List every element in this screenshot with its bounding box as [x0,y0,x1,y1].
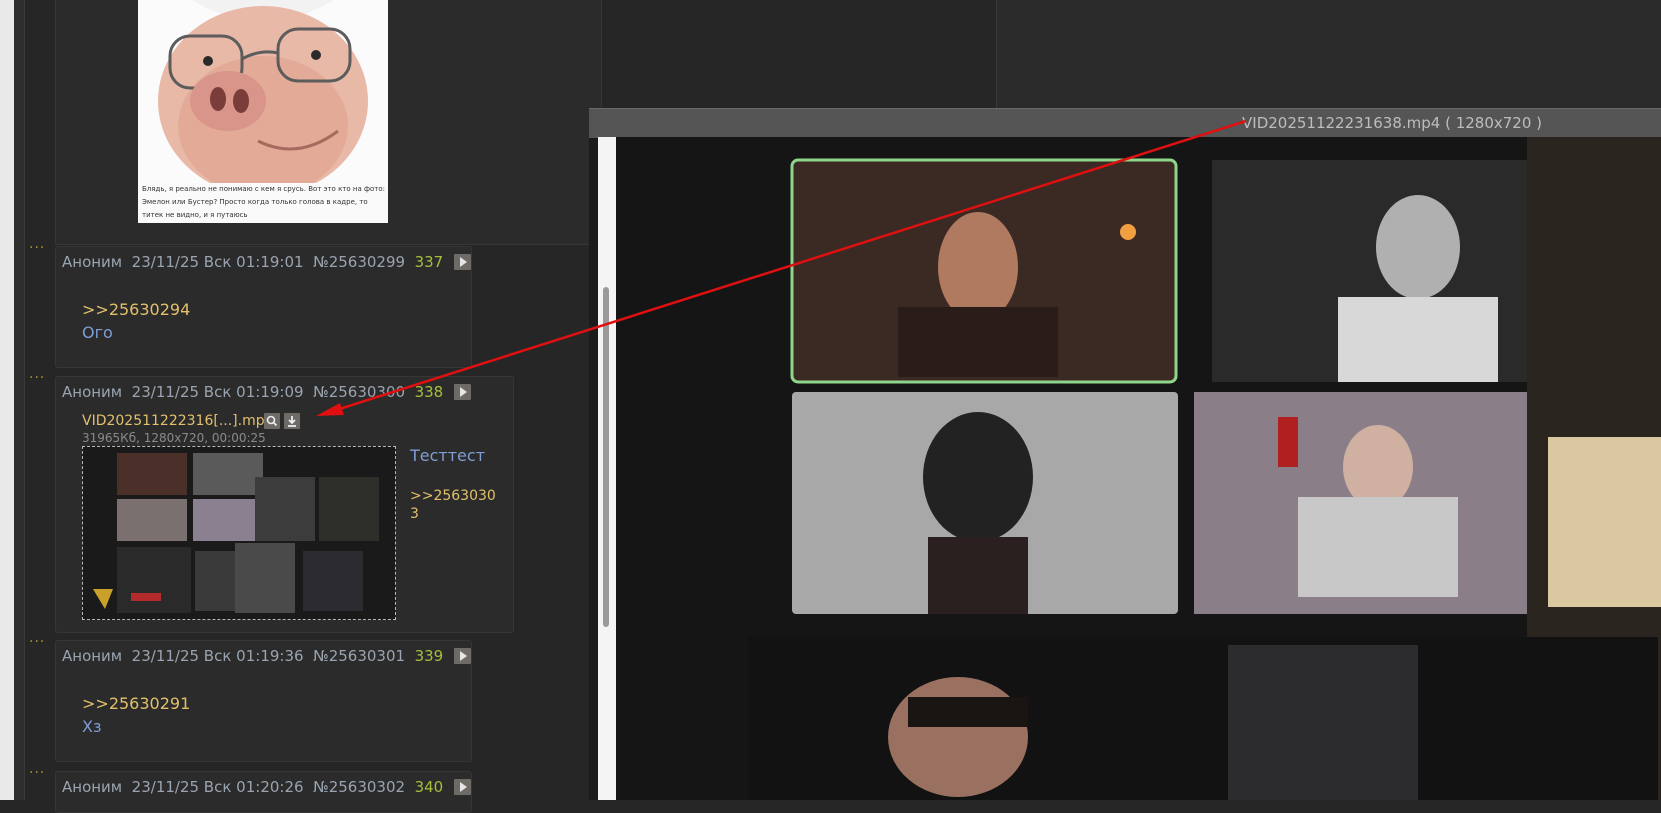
viewer-title: VID20251122231638.mp4 ( 1280x720 ) [1242,114,1542,132]
post-datetime: 23/11/25 Вск 01:19:09 [131,383,304,401]
post-menu-dots[interactable]: ··· [29,634,45,650]
reply-link-wrap[interactable]: 3 [410,506,419,522]
post-menu-dots[interactable]: ··· [29,240,45,256]
post-message: Хз [82,717,102,736]
post-image-pig[interactable]: Блядь, я реально не понимаю с кем я срус… [138,0,388,223]
image-caption: Блядь, я реально не понимаю с кем я срус… [142,185,385,219]
post-message: Ого [82,323,113,342]
attachment-filename[interactable]: VID202511222316[...].mp4 [82,413,274,429]
post-number[interactable]: №25630299 [313,253,405,271]
download-icon[interactable] [284,413,300,429]
page-background-right [997,0,1661,108]
play-icon[interactable] [454,648,472,664]
post-number[interactable]: №25630300 [313,383,405,401]
window-left-edge [0,0,14,800]
post-header: Аноним 23/11/25 Вск 01:20:26 №25630302 3… [62,778,472,796]
post-menu-dots[interactable]: ··· [29,765,45,781]
attachment-meta: 31965Кб, 1280x720, 00:00:25 [82,431,266,445]
viewer-title-bar[interactable]: VID20251122231638.mp4 ( 1280x720 ) [589,108,1661,138]
play-icon[interactable] [454,384,472,400]
pig-photo [138,0,388,196]
post-author: Аноним [62,253,123,271]
post-index: 339 [414,647,444,665]
post-datetime: 23/11/25 Вск 01:20:26 [131,778,304,796]
post-number[interactable]: №25630301 [313,647,405,665]
post-author: Аноним [62,647,123,665]
post-header: Аноним 23/11/25 Вск 01:19:01 №25630299 3… [62,253,472,271]
post-25630301: Аноним 23/11/25 Вск 01:19:36 №25630301 3… [55,640,472,762]
play-icon[interactable] [454,254,472,270]
post-author: Аноним [62,778,123,796]
post-pig-image: Блядь, я реально не понимаю с кем я срус… [55,0,602,245]
video-thumbnail[interactable] [82,446,396,620]
scrollbar-thumb[interactable] [603,287,609,627]
magnifier-icon[interactable] [264,413,280,429]
video-player[interactable] [598,137,1661,800]
reply-link[interactable]: >>25630291 [82,694,190,713]
reply-link[interactable]: >>25630294 [82,300,190,319]
video-frame [598,137,1661,800]
post-25630300: Аноним 23/11/25 Вск 01:19:09 №25630300 3… [55,376,514,633]
reply-link[interactable]: >>2563030 [410,488,496,504]
play-icon[interactable] [454,779,472,795]
post-index: 340 [414,778,444,796]
media-viewer[interactable]: VID20251122231638.mp4 ( 1280x720 ) [589,108,1661,800]
post-datetime: 23/11/25 Вск 01:19:36 [131,647,304,665]
post-index: 337 [414,253,444,271]
post-25630299: Аноним 23/11/25 Вск 01:19:01 №25630299 3… [55,246,472,368]
post-number[interactable]: №25630302 [313,778,405,796]
post-header: Аноним 23/11/25 Вск 01:19:09 №25630300 3… [62,383,472,401]
post-datetime: 23/11/25 Вск 01:19:01 [131,253,304,271]
viewer-scrollbar[interactable] [598,137,616,800]
post-menu-dots[interactable]: ··· [29,370,45,386]
left-gutter [14,0,25,800]
thread-border [996,0,997,110]
post-25630302: Аноним 23/11/25 Вск 01:20:26 №25630302 3… [55,771,472,813]
post-message: Тесттест [410,446,486,465]
post-header: Аноним 23/11/25 Вск 01:19:36 №25630301 3… [62,647,472,665]
post-author: Аноним [62,383,123,401]
post-index: 338 [414,383,444,401]
